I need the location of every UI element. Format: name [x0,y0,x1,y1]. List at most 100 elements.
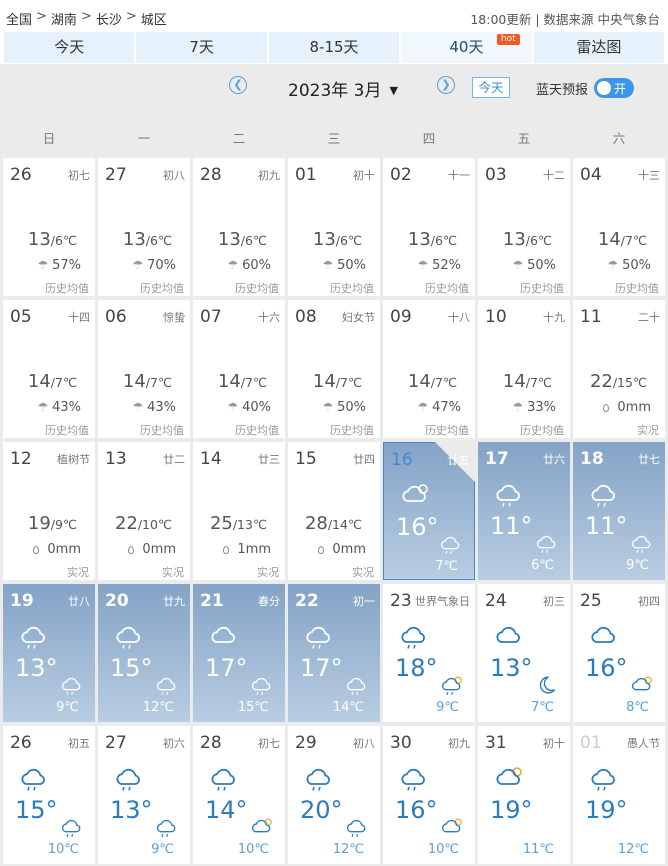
day-cell[interactable]: 18 廿七 11° 9℃ [573,442,665,580]
forecast-high-temp: 15° [15,796,58,824]
forecast-high-temp: 18° [395,654,438,682]
day-cell[interactable]: 01 愚人节 19° 12℃ [573,726,665,864]
day-cell[interactable]: 10 十九 14/7℃ ☂ 33% 历史均值 [478,300,570,438]
day-cell[interactable]: 30 初九 16° 10℃ [383,726,475,864]
precipitation-icon [128,546,135,554]
tab-7days[interactable]: 7天 [136,32,267,63]
dropdown-arrow-icon: ▼ [389,84,398,97]
weekday-label: 六 [612,131,626,146]
day-cell[interactable]: 11 二十 22/15℃ 0mm 实况 [573,300,665,438]
tab-radar[interactable]: 雷达图 [533,32,665,63]
day-cell[interactable]: 21 春分 17° 15℃ [193,584,285,722]
day-cell[interactable]: 15 廿四 28/14℃ 0mm 实况 [288,442,380,580]
day-number: 07 [200,307,222,327]
cloud-rain-icon [534,532,558,558]
tab-today[interactable]: 今天 [4,32,135,63]
precipitation-text: 50% [337,400,366,415]
day-cell[interactable]: 17 廿六 11° 6℃ [478,442,570,580]
rain-chance-icon: ☂ [322,258,334,272]
day-cell[interactable]: 22 初一 17° 14℃ [288,584,380,722]
month-selector[interactable]: 2023年 3月 ▼ [288,76,398,101]
day-cell[interactable]: 07 十六 14/7℃ ☂ 40% 历史均值 [193,300,285,438]
day-number: 17 [485,449,509,469]
forecast-low-temp: 7℃ [435,559,458,574]
day-cell[interactable]: 25 初四 16° 8℃ [573,584,665,722]
day-cell[interactable]: 12 植树节 19/9℃ 0mm 实况 [3,442,95,580]
blue-sky-toggle[interactable]: 开 [594,78,634,98]
day-cell[interactable]: 29 初八 20° 12℃ [288,726,380,864]
rain-chance-icon: ☂ [132,258,144,272]
lunar-date: 十三 [638,169,660,182]
cloud-icon [586,622,620,654]
precipitation-icon [33,546,40,554]
breadcrumb: 全国 > 湖南 > 长沙 > 城区 [6,9,167,28]
lunar-date: 愚人节 [627,737,660,750]
precipitation-text: 1mm [237,542,271,557]
day-number: 09 [390,307,412,327]
day-cell[interactable]: 02 十一 13/6℃ ☂ 52% 历史均值 [383,158,475,296]
day-cell[interactable]: 31 初十 19° 11℃ [478,726,570,864]
breadcrumb-country[interactable]: 全国 [6,9,32,28]
day-number: 08 [295,307,317,327]
day-cell[interactable]: 19 廿八 13° 9℃ [3,584,95,722]
precipitation-text: 43% [147,400,176,415]
precipitation-value: ☂ 60% [227,258,271,273]
rain-chance-icon: ☂ [417,258,429,272]
day-number: 01 [295,165,317,185]
cloud-icon [491,622,525,654]
day-number: 04 [580,165,602,185]
day-cell[interactable]: 27 初六 13° 9℃ [98,726,190,864]
forecast-high-temp: 13° [490,654,533,682]
next-month-button[interactable]: ❯ [437,76,455,94]
data-source-note: 历史均值 [140,424,184,437]
day-cell[interactable]: 26 初五 15° 10℃ [3,726,95,864]
lunar-date: 初九 [448,737,470,750]
lunar-date: 初三 [543,595,565,608]
day-cell[interactable]: 14 廿三 25/13℃ 1mm 实况 [193,442,285,580]
temperature-range: 13/6℃ [408,229,457,250]
day-cell[interactable]: 06 惊蛰 14/7℃ ☂ 43% 历史均值 [98,300,190,438]
day-cell[interactable]: 27 初八 13/6℃ ☂ 70% 历史均值 [98,158,190,296]
day-cell[interactable]: 13 廿二 22/10℃ 0mm 实况 [98,442,190,580]
day-cell[interactable]: 20 廿九 15° 12℃ [98,584,190,722]
day-cell[interactable]: 26 初七 13/6℃ ☂ 57% 历史均值 [3,158,95,296]
day-cell[interactable]: 28 初九 13/6℃ ☂ 60% 历史均值 [193,158,285,296]
lunar-date: 妇女节 [342,311,375,324]
day-number: 26 [10,165,32,185]
day-cell[interactable]: 01 初十 13/6℃ ☂ 50% 历史均值 [288,158,380,296]
breadcrumb-province[interactable]: 湖南 [51,9,77,28]
day-cell[interactable]: 23 世界气象日 18° 9℃ [383,584,475,722]
day-cell[interactable]: 24 初三 13° 7℃ [478,584,570,722]
today-button[interactable]: 今天 [472,77,510,98]
low-temp: /6℃ [145,233,172,248]
day-cell[interactable]: 09 十八 14/7℃ ☂ 47% 历史均值 [383,300,475,438]
weekday-label: 三 [327,131,341,146]
forecast-high-temp: 19° [585,796,628,824]
tab-label: 7天 [189,38,214,56]
prev-month-button[interactable]: ❮ [229,76,247,94]
blue-sky-forecast-label: 蓝天预报 [536,83,589,98]
data-source-note: 历史均值 [45,282,89,295]
day-cell[interactable]: 04 十三 14/7℃ ☂ 50% 历史均值 [573,158,665,296]
precipitation-value: ☂ 57% [37,258,81,273]
lunar-date: 廿五 [447,454,469,467]
day-number: 05 [10,307,32,327]
tab-40days[interactable]: 40天 hot [401,32,532,63]
precipitation-text: 50% [527,258,556,273]
precipitation-text: 50% [337,258,366,273]
day-number: 30 [390,733,412,753]
rain-chance-icon: ☂ [417,400,429,414]
lunar-date: 初十 [353,169,375,182]
lunar-date: 廿四 [353,453,375,466]
day-cell[interactable]: 08 妇女节 14/7℃ ☂ 50% 历史均值 [288,300,380,438]
lunar-date: 初八 [353,737,375,750]
day-cell[interactable]: 16 廿五 16° 7℃ [383,442,475,580]
day-cell[interactable]: 05 十四 14/7℃ ☂ 43% 历史均值 [3,300,95,438]
precipitation-value: ☂ 50% [322,258,366,273]
temperature-range: 14/7℃ [28,371,77,392]
breadcrumb-city[interactable]: 长沙 [96,9,122,28]
forecast-high-temp: 13° [15,654,58,682]
day-cell[interactable]: 28 初七 14° 10℃ [193,726,285,864]
tab-8-15days[interactable]: 8-15天 [268,32,400,63]
day-cell[interactable]: 03 十二 13/6℃ ☂ 50% 历史均值 [478,158,570,296]
